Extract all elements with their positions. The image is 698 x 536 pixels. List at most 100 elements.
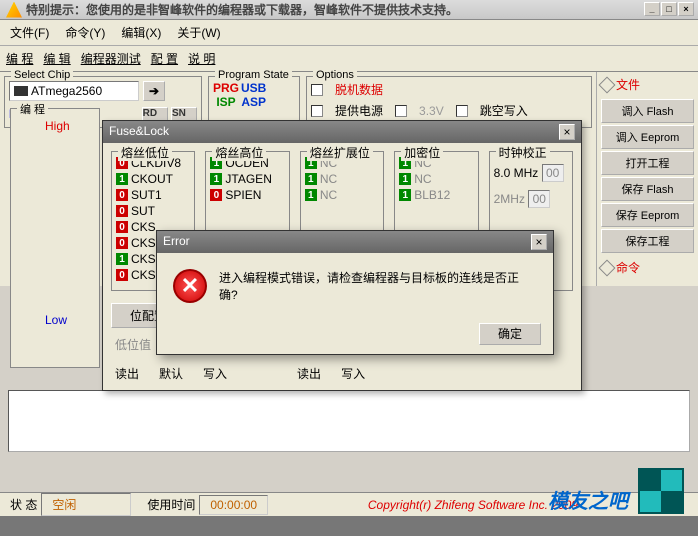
bit-box[interactable]: 0 — [116, 205, 128, 217]
qr-code — [638, 468, 684, 514]
fuse-low-hdr: 熔丝低位 — [118, 144, 172, 161]
bit-label: CKS — [131, 252, 156, 266]
clk8-val: 00 — [542, 164, 564, 182]
fuse-close-icon[interactable]: × — [559, 124, 575, 140]
error-close-icon[interactable]: × — [531, 234, 547, 250]
power-label: 提供电源 — [335, 102, 383, 119]
menu-file[interactable]: 文件(F) — [6, 22, 53, 43]
skip-label: 跳空写入 — [480, 102, 528, 119]
menubar: 文件(F) 命令(Y) 编辑(X) 关于(W) — [0, 20, 698, 46]
status-time-val: 00:00:00 — [199, 495, 268, 515]
offline-label: 脱机数据 — [335, 81, 383, 98]
tb-test[interactable]: 编程器测试 — [81, 50, 141, 67]
bit-box[interactable]: 1 — [305, 189, 317, 201]
prog-group: 编 程 High Low — [10, 108, 100, 368]
bit-label: SPIEN — [225, 188, 261, 202]
chip-select[interactable]: ATmega2560 — [9, 81, 139, 101]
read2-btn[interactable]: 读出 — [297, 365, 321, 382]
select-chip-title: Select Chip — [11, 69, 73, 81]
maximize-button[interactable]: □ — [661, 2, 677, 16]
bit-box[interactable]: 1 — [399, 189, 411, 201]
menu-about[interactable]: 关于(W) — [173, 22, 224, 43]
fuse-title: Fuse&Lock — [109, 124, 169, 140]
error-title: Error — [163, 234, 190, 250]
bit-label: SUT — [131, 204, 155, 218]
prog-low: Low — [45, 313, 95, 327]
side-btn-0[interactable]: 调入 Flash — [601, 99, 694, 123]
prg-label: PRG — [213, 81, 239, 95]
prog-group-title: 编 程 — [17, 101, 48, 117]
bit-box[interactable]: 1 — [116, 253, 128, 265]
fuse-lock-hdr: 加密位 — [401, 144, 443, 161]
chip-go-button[interactable]: ➔ — [143, 81, 165, 101]
skip-checkbox[interactable] — [456, 105, 468, 117]
window-controls: _ □ × — [644, 2, 694, 16]
bit-label: CKOUT — [131, 172, 173, 186]
write1-btn[interactable]: 写入 — [203, 365, 227, 382]
side-panel: 文件 调入 Flash调入 Eeprom打开工程保存 Flash保存 Eepro… — [596, 72, 698, 286]
side-btn-1[interactable]: 调入 Eeprom — [601, 125, 694, 149]
menu-cmd[interactable]: 命令(Y) — [61, 22, 109, 43]
power-checkbox[interactable] — [311, 105, 323, 117]
tb-cfg[interactable]: 配 置 — [151, 50, 178, 67]
bit-label: JTAGEN — [225, 172, 271, 186]
bit-label: NC — [320, 172, 337, 186]
warning-icon — [6, 2, 22, 18]
v33-checkbox — [395, 105, 407, 117]
bit-box[interactable]: 0 — [116, 189, 128, 201]
def-btn[interactable]: 默认 — [159, 365, 183, 382]
tip-text: 特别提示：您使用的是非智峰软件的编程器或下载器，智峰软件不提供技术支持。 — [26, 1, 458, 18]
tip-bar: 特别提示：您使用的是非智峰软件的编程器或下载器，智峰软件不提供技术支持。 — [0, 0, 698, 20]
clk2-label: 2MHz — [494, 192, 525, 206]
error-dialog: Error × ✕ 进入编程模式错误，请检查编程器与目标板的连线是否正确? 确定 — [156, 230, 554, 355]
bit-box[interactable]: 0 — [116, 237, 128, 249]
copyright: Copyright(r) Zhifeng Software Inc. 2009 — [368, 498, 578, 512]
bit-box[interactable]: 1 — [210, 173, 222, 185]
fuse-clk-hdr: 时钟校正 — [496, 144, 550, 161]
usb-label: USB — [241, 81, 266, 95]
status-time-lbl: 使用时间 — [147, 496, 195, 513]
side-btn-5[interactable]: 保存工程 — [601, 229, 694, 253]
options-title: Options — [313, 69, 357, 81]
bit-box[interactable]: 1 — [116, 173, 128, 185]
bit-label: BLB12 — [414, 188, 450, 202]
side-btn-4[interactable]: 保存 Eeprom — [601, 203, 694, 227]
clk2-val: 00 — [528, 190, 550, 208]
read1-btn[interactable]: 读出 — [115, 365, 139, 382]
v33-label: 3.3V — [419, 104, 444, 118]
bit-label: CKS — [131, 268, 156, 282]
watermark-logo: 模友之吧 — [548, 485, 628, 514]
bit-box[interactable]: 1 — [305, 173, 317, 185]
bit-box[interactable]: 0 — [116, 269, 128, 281]
write2-btn[interactable]: 写入 — [341, 365, 365, 382]
fuse-titlebar[interactable]: Fuse&Lock × — [103, 121, 581, 143]
bit-box[interactable]: 0 — [116, 221, 128, 233]
tb-edit[interactable]: 编 辑 — [43, 50, 70, 67]
bit-box[interactable]: 0 — [210, 189, 222, 201]
tb-help[interactable]: 说 明 — [188, 50, 215, 67]
bit-label: CKS — [131, 220, 156, 234]
offline-checkbox[interactable] — [311, 84, 323, 96]
menu-edit[interactable]: 编辑(X) — [117, 22, 165, 43]
side-btn-3[interactable]: 保存 Flash — [601, 177, 694, 201]
close-button[interactable]: × — [678, 2, 694, 16]
program-state-title: Program State — [215, 69, 292, 81]
clk8-label: 8.0 MHz — [494, 166, 539, 180]
log-area — [8, 390, 690, 452]
error-titlebar[interactable]: Error × — [157, 231, 553, 253]
prog-high: High — [45, 119, 95, 133]
side-btn-2[interactable]: 打开工程 — [601, 151, 694, 175]
fuse-ext-hdr: 熔丝扩展位 — [307, 144, 373, 161]
chip-value: ATmega2560 — [31, 84, 102, 98]
bit-label: CKS — [131, 236, 156, 250]
tb-prog[interactable]: 编 程 — [6, 50, 33, 67]
error-ok-button[interactable]: 确定 — [479, 323, 541, 345]
bit-label: NC — [414, 172, 431, 186]
bit-box[interactable]: 1 — [399, 173, 411, 185]
asp-label: ASP — [241, 95, 266, 109]
side-cmd-title: 命令 — [601, 259, 694, 276]
bit-label: SUT1 — [131, 188, 162, 202]
side-file-title: 文件 — [601, 76, 694, 93]
minimize-button[interactable]: _ — [644, 2, 660, 16]
footer-strip — [0, 516, 698, 536]
